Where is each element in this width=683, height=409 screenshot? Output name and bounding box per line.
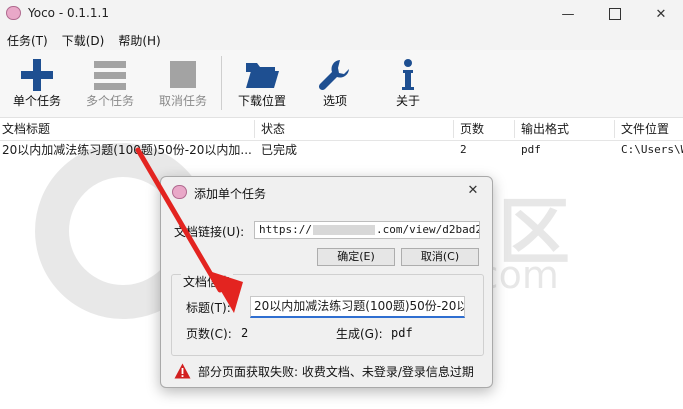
col-title[interactable]: 文档标题 (2, 118, 252, 140)
task-list-header: 文档标题 状态 页数 输出格式 文件位置 (0, 118, 683, 141)
dialog-title: 添加单个任务 (194, 187, 267, 201)
title-label: 标题(T): (186, 301, 231, 315)
col-status[interactable]: 状态 (261, 118, 451, 140)
info-icon (402, 59, 414, 90)
options-button[interactable]: 选项 (304, 50, 366, 117)
menu-task[interactable]: 任务(T) (0, 28, 55, 50)
maximize-button[interactable] (592, 0, 638, 28)
url-suffix: .com/view/d2bad21 (375, 223, 480, 236)
row-location: C:\Users\W (621, 143, 683, 156)
menu-help[interactable]: 帮助(H) (111, 28, 167, 50)
download-location-button[interactable]: 下载位置 (231, 50, 293, 117)
toolbar-separator (221, 56, 222, 110)
title-input[interactable]: 20以内加减法练习题(100题)50份-20以内加 (250, 296, 465, 318)
add-single-task-label: 单个任务 (12, 94, 61, 108)
table-row[interactable]: 20以内加减法练习题(100题)50份-20以内加... 已完成 2 pdf C… (0, 140, 683, 160)
col-divider[interactable] (614, 120, 615, 138)
maximize-icon (609, 8, 621, 20)
cancel-task-button[interactable]: 取消任务 (152, 50, 214, 117)
add-multi-task-button[interactable]: 多个任务 (79, 50, 141, 117)
warning-message: 部分页面获取失败: 收费文档、未登录/登录信息过期 (198, 365, 474, 379)
add-single-task-button[interactable]: 单个任务 (6, 50, 68, 117)
about-label: 关于 (395, 94, 420, 108)
cancel-button[interactable]: 取消(C) (401, 248, 479, 266)
cancel-task-label: 取消任务 (158, 94, 207, 108)
col-format[interactable]: 输出格式 (521, 118, 611, 140)
row-status: 已完成 (261, 143, 298, 157)
warning-icon (174, 363, 191, 379)
col-location[interactable]: 文件位置 (621, 118, 683, 140)
dialog-app-icon (172, 185, 187, 199)
stop-icon (170, 61, 196, 88)
list-icon (94, 61, 126, 90)
col-divider[interactable] (254, 120, 255, 138)
minimize-button[interactable]: — (545, 0, 591, 28)
pages-label: 页数(C): (186, 327, 232, 341)
add-single-task-dialog: 添加单个任务 ✕ 文档链接(U): https:// .com/view/d2ba… (160, 176, 493, 388)
window-title: Yoco - 0.1.1.1 (28, 6, 109, 20)
folder-icon (246, 63, 279, 88)
ok-button[interactable]: 确定(E) (317, 248, 395, 266)
generate-label: 生成(G): (336, 327, 383, 341)
col-pages[interactable]: 页数 (460, 118, 512, 140)
toolbar: 单个任务 多个任务 取消任务 下载位置 选项 关于 (0, 50, 683, 118)
title-bar: Yoco - 0.1.1.1 — ✕ (0, 0, 683, 28)
dialog-close-button[interactable]: ✕ (461, 181, 485, 201)
pages-value: 2 (241, 326, 249, 340)
options-label: 选项 (322, 94, 347, 108)
col-divider[interactable] (514, 120, 515, 138)
generate-value: pdf (391, 326, 413, 340)
plus-icon (21, 59, 53, 91)
about-button[interactable]: 关于 (377, 50, 439, 117)
close-button[interactable]: ✕ (638, 0, 683, 28)
url-redacted (312, 225, 375, 235)
menu-bar: 任务(T) 下载(D) 帮助(H) (0, 28, 683, 50)
row-title: 20以内加减法练习题(100题)50份-20以内加... (2, 143, 252, 157)
add-multi-task-label: 多个任务 (85, 94, 134, 108)
menu-download[interactable]: 下载(D) (55, 28, 112, 50)
url-input[interactable]: https:// .com/view/d2bad21 (254, 221, 480, 239)
col-divider[interactable] (453, 120, 454, 138)
wrench-icon (318, 60, 349, 91)
download-location-label: 下载位置 (237, 94, 286, 108)
app-logo-icon (6, 6, 21, 20)
row-format: pdf (521, 143, 541, 156)
row-pages: 2 (460, 143, 467, 156)
document-info-label: 文档信息 (181, 273, 234, 290)
url-prefix: https:// (259, 223, 312, 236)
url-label: 文档链接(U): (174, 225, 245, 239)
